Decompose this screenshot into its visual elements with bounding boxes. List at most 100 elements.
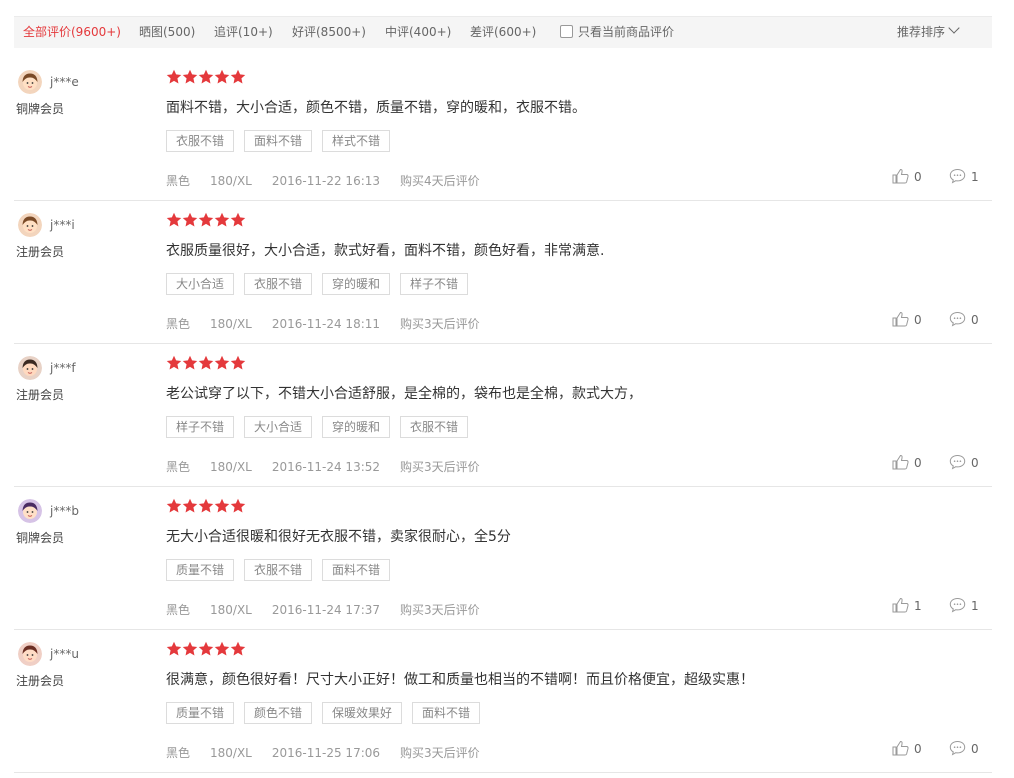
review-tag[interactable]: 衣服不错 bbox=[244, 273, 313, 295]
comment-bubble-icon bbox=[949, 168, 971, 184]
review-tag[interactable]: 样子不错 bbox=[400, 273, 469, 295]
product-color: 黑色 bbox=[166, 174, 191, 188]
tab-positive-reviews[interactable]: 好评(8500+) bbox=[292, 17, 366, 48]
member-level: 铜牌会员 bbox=[16, 102, 65, 116]
username[interactable]: j***i bbox=[50, 218, 75, 232]
reply-button[interactable]: 1 bbox=[949, 168, 979, 186]
reply-button[interactable]: 1 bbox=[949, 597, 979, 615]
review-meta: 黑色 180/XL 2016-11-25 17:06 购买3天后评价 bbox=[166, 744, 480, 761]
review-item: j***f 注册会员 老公试穿了以下，不错大小合适舒服，是全棉的，袋布也是全棉，… bbox=[14, 343, 992, 487]
product-size: 180/XL bbox=[210, 603, 252, 617]
review-date: 2016-11-22 16:13 bbox=[271, 174, 381, 188]
review-tag[interactable]: 颜色不错 bbox=[244, 702, 313, 724]
star-icon bbox=[166, 212, 182, 227]
tab-follow-up-reviews[interactable]: 追评(10+) bbox=[214, 17, 273, 48]
star-icon bbox=[182, 69, 198, 84]
review-tag[interactable]: 样子不错 bbox=[166, 416, 235, 438]
review-date: 2016-11-24 17:37 bbox=[271, 603, 381, 617]
like-button[interactable]: 0 bbox=[892, 740, 922, 758]
star-icon bbox=[230, 69, 246, 84]
tab-all-reviews[interactable]: 全部评价(9600+) bbox=[23, 17, 121, 48]
avatar[interactable] bbox=[18, 642, 42, 666]
avatar[interactable] bbox=[18, 499, 42, 523]
avatar[interactable] bbox=[18, 70, 42, 94]
thumbs-up-icon bbox=[892, 740, 914, 756]
avatar[interactable] bbox=[18, 356, 42, 380]
like-button[interactable]: 0 bbox=[892, 311, 922, 329]
like-button[interactable]: 0 bbox=[892, 168, 922, 186]
review-date: 2016-11-25 17:06 bbox=[271, 746, 381, 760]
review-tag[interactable]: 质量不错 bbox=[166, 559, 235, 581]
like-count: 0 bbox=[914, 313, 922, 327]
purchase-delay: 购买3天后评价 bbox=[400, 603, 480, 617]
avatar[interactable] bbox=[18, 213, 42, 237]
star-rating bbox=[166, 69, 246, 85]
review-tags: 质量不错 颜色不错 保暖效果好 面料不错 bbox=[166, 702, 490, 724]
review-tag[interactable]: 大小合适 bbox=[244, 416, 313, 438]
like-button[interactable]: 1 bbox=[892, 597, 922, 615]
review-tag[interactable]: 样式不错 bbox=[322, 130, 391, 152]
review-item: j***i 注册会员 衣服质量很好，大小合适，款式好看，面料不错，颜色好看，非常… bbox=[14, 200, 992, 344]
tab-negative-reviews[interactable]: 差评(600+) bbox=[470, 17, 536, 48]
reply-count: 1 bbox=[971, 599, 979, 613]
tab-photo-reviews[interactable]: 晒图(500) bbox=[139, 17, 195, 48]
only-current-product-filter[interactable]: 只看当前商品评价 bbox=[560, 17, 674, 48]
username[interactable]: j***e bbox=[50, 75, 79, 89]
tab-neutral-reviews[interactable]: 中评(400+) bbox=[385, 17, 451, 48]
star-icon bbox=[230, 355, 246, 370]
review-meta: 黑色 180/XL 2016-11-22 16:13 购买4天后评价 bbox=[166, 172, 480, 189]
sort-dropdown[interactable]: 推荐排序 bbox=[897, 17, 960, 48]
star-icon bbox=[230, 498, 246, 513]
thumbs-up-icon bbox=[892, 597, 914, 613]
review-filter-bar: 全部评价(9600+) 晒图(500) 追评(10+) 好评(8500+) 中评… bbox=[14, 16, 992, 48]
like-button[interactable]: 0 bbox=[892, 454, 922, 472]
star-rating bbox=[166, 641, 246, 657]
star-icon bbox=[198, 355, 214, 370]
product-size: 180/XL bbox=[210, 746, 252, 760]
review-tag[interactable]: 衣服不错 bbox=[166, 130, 235, 152]
username[interactable]: j***u bbox=[50, 647, 79, 661]
review-item: j***e 铜牌会员 面料不错，大小合适，颜色不错，质量不错，穿的暖和，衣服不错… bbox=[14, 57, 992, 201]
review-tag[interactable]: 面料不错 bbox=[244, 130, 313, 152]
purchase-delay: 购买4天后评价 bbox=[400, 174, 480, 188]
product-color: 黑色 bbox=[166, 460, 191, 474]
review-tag[interactable]: 衣服不错 bbox=[244, 559, 313, 581]
review-tag[interactable]: 穿的暖和 bbox=[322, 416, 391, 438]
star-icon bbox=[182, 498, 198, 513]
review-tag[interactable]: 大小合适 bbox=[166, 273, 235, 295]
like-count: 0 bbox=[914, 456, 922, 470]
review-tag[interactable]: 穿的暖和 bbox=[322, 273, 391, 295]
purchase-delay: 购买3天后评价 bbox=[400, 746, 480, 760]
reply-button[interactable]: 0 bbox=[949, 454, 979, 472]
username[interactable]: j***b bbox=[50, 504, 79, 518]
thumbs-up-icon bbox=[892, 168, 914, 184]
star-icon bbox=[214, 69, 230, 84]
review-tag[interactable]: 保暖效果好 bbox=[322, 702, 403, 724]
reply-count: 0 bbox=[971, 456, 979, 470]
review-meta: 黑色 180/XL 2016-11-24 17:37 购买3天后评价 bbox=[166, 601, 480, 618]
star-icon bbox=[166, 355, 182, 370]
username[interactable]: j***f bbox=[50, 361, 76, 375]
review-text: 无大小合适很暖和很好无衣服不错，卖家很耐心，全5分 bbox=[166, 529, 511, 545]
reply-button[interactable]: 0 bbox=[949, 740, 979, 758]
review-tag[interactable]: 面料不错 bbox=[322, 559, 391, 581]
review-tag[interactable]: 质量不错 bbox=[166, 702, 235, 724]
comment-bubble-icon bbox=[949, 597, 971, 613]
only-current-label: 只看当前商品评价 bbox=[578, 25, 675, 39]
star-icon bbox=[198, 641, 214, 656]
star-icon bbox=[230, 212, 246, 227]
only-current-checkbox[interactable] bbox=[560, 25, 573, 38]
review-text: 衣服质量很好，大小合适，款式好看，面料不错，颜色好看，非常满意. bbox=[166, 243, 605, 259]
star-icon bbox=[214, 212, 230, 227]
star-icon bbox=[182, 355, 198, 370]
reply-button[interactable]: 0 bbox=[949, 311, 979, 329]
review-tag[interactable]: 衣服不错 bbox=[400, 416, 469, 438]
review-item: j***b 铜牌会员 无大小合适很暖和很好无衣服不错，卖家很耐心，全5分 质量不… bbox=[14, 486, 992, 630]
review-text: 面料不错，大小合适，颜色不错，质量不错，穿的暖和，衣服不错。 bbox=[166, 100, 586, 116]
review-item: j***u 注册会员 很满意，颜色很好看！尺寸大小正好！做工和质量也相当的不错啊… bbox=[14, 629, 992, 773]
review-tag[interactable]: 面料不错 bbox=[412, 702, 481, 724]
review-page: 全部评价(9600+) 晒图(500) 追评(10+) 好评(8500+) 中评… bbox=[0, 0, 1014, 778]
star-icon bbox=[166, 498, 182, 513]
review-text: 老公试穿了以下，不错大小合适舒服，是全棉的，袋布也是全棉，款式大方， bbox=[166, 386, 642, 402]
review-date: 2016-11-24 18:11 bbox=[271, 317, 381, 331]
